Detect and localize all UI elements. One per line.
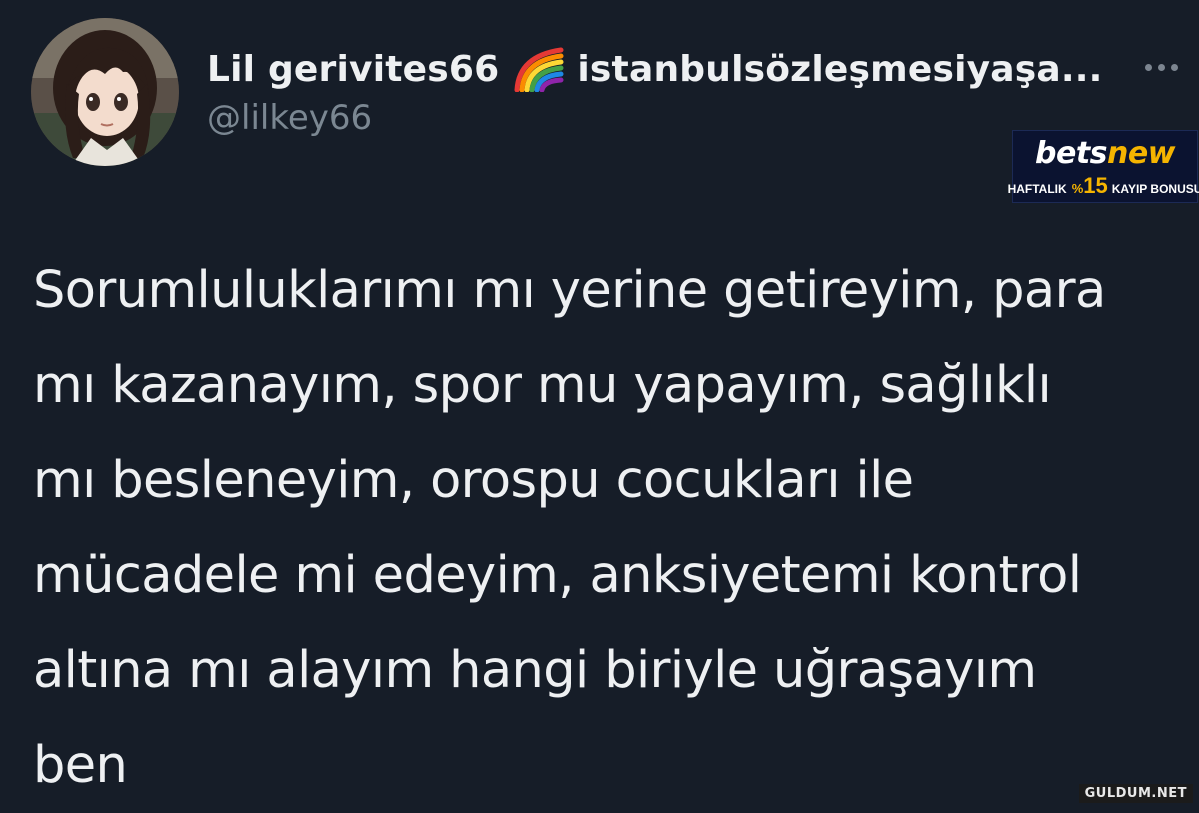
- dot-icon: [1170, 63, 1178, 71]
- ad-tagline-number: 15: [1083, 173, 1108, 198]
- tweet-text-line: Sorumluluklarımı mı yerine getireyim, pa…: [33, 261, 1106, 320]
- betsnew-ad-banner[interactable]: betsnew HAFTALIK % 15 KAYIP BONUSU: [1008, 130, 1199, 203]
- tweet-text-line: mücadele mi edeyim, anksiyetemi kontrol: [33, 546, 1082, 605]
- tweet-text-line: altına mı alayım hangi biriyle uğraşayım: [33, 641, 1037, 700]
- author-display-name-suffix[interactable]: istanbulsözleşmesiyaşa...: [577, 49, 1102, 90]
- site-watermark: GULDUM.NET: [1078, 784, 1193, 803]
- avatar-image: [31, 18, 179, 166]
- ad-tagline-right: KAYIP BONUSU: [1111, 182, 1199, 196]
- tweet-body: Sorumluluklarımı mı yerine getireyim, pa…: [33, 243, 1193, 813]
- tweet-card: Lil gerivites66 istanbulsözleşmesiyaşa..…: [0, 0, 1199, 803]
- ad-tagline-pct: %: [1071, 181, 1084, 196]
- ad-tagline-left: HAFTALIK: [1007, 182, 1067, 196]
- author-name-row[interactable]: Lil gerivites66 istanbulsözleşmesiyaşa..…: [207, 44, 1103, 94]
- author-display-name[interactable]: Lil gerivites66: [207, 49, 499, 90]
- dot-icon: [1157, 63, 1165, 71]
- dot-icon: [1144, 63, 1152, 71]
- ad-tagline: HAFTALIK % 15 KAYIP BONUSU: [1008, 173, 1199, 199]
- ad-logo: betsnew: [1035, 136, 1175, 171]
- tweet-text-line: ben: [33, 736, 128, 795]
- ellipsis-icon[interactable]: [1132, 54, 1190, 80]
- tweet-text-line: mı kazanayım, spor mu yapayım, sağlıklı: [33, 356, 1052, 415]
- rainbow-icon: [511, 46, 567, 93]
- tweet-text-line: mı besleneyim, orospu cocukları ile: [33, 451, 914, 510]
- author-handle[interactable]: @lilkey66: [207, 98, 372, 138]
- avatar[interactable]: [31, 18, 179, 166]
